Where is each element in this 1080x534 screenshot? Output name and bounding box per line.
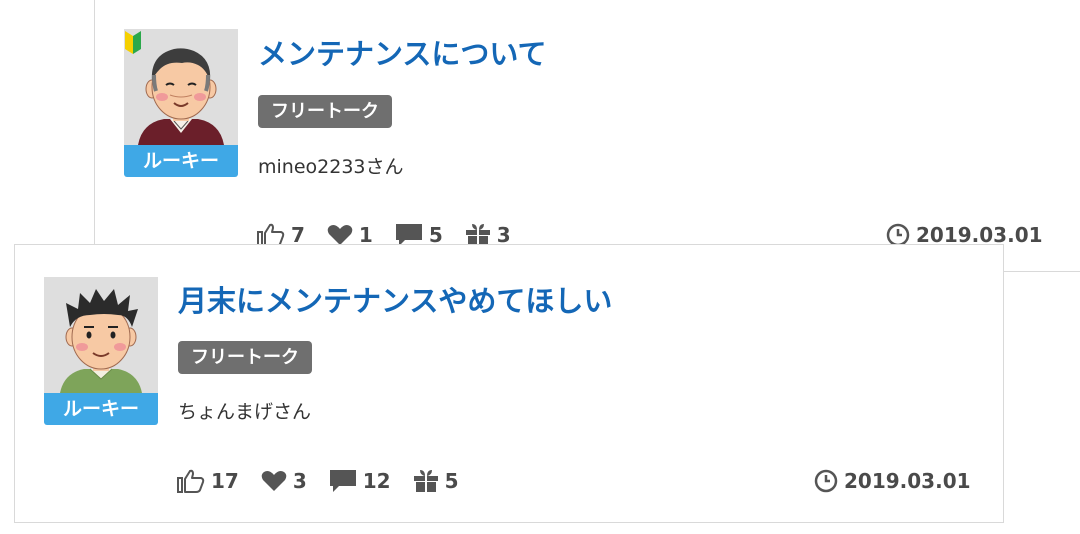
heart-count: 3 bbox=[261, 469, 307, 493]
user-avatar[interactable]: ルーキー bbox=[124, 29, 238, 177]
gift-icon bbox=[413, 470, 438, 492]
comment-icon bbox=[329, 470, 356, 492]
author-name[interactable]: mineo2233さん bbox=[258, 152, 404, 179]
post-date: 2019.03.01 bbox=[814, 469, 971, 493]
post-card[interactable]: ルーキー メンテナンスについて フリートーク mineo2233さん 7 1 5 bbox=[94, 0, 1080, 272]
category-tag[interactable]: フリートーク bbox=[258, 95, 392, 128]
comment-count: 12 bbox=[329, 469, 391, 493]
like-count-value: 17 bbox=[211, 469, 239, 493]
beginner-mark-icon bbox=[124, 29, 142, 59]
heart-icon bbox=[327, 225, 353, 245]
rank-badge: ルーキー bbox=[124, 145, 238, 177]
gift-count: 5 bbox=[413, 469, 459, 493]
thumbs-up-icon bbox=[177, 469, 205, 493]
post-title[interactable]: 月末にメンテナンスやめてほしい bbox=[178, 278, 612, 320]
heart-icon bbox=[261, 471, 287, 491]
post-date-value: 2019.03.01 bbox=[844, 469, 971, 493]
gift-count-value: 5 bbox=[444, 469, 459, 493]
post-title[interactable]: メンテナンスについて bbox=[258, 31, 547, 73]
post-card[interactable]: ルーキー 月末にメンテナンスやめてほしい フリートーク ちょんまげさん 17 3… bbox=[14, 244, 1004, 523]
author-name[interactable]: ちょんまげさん bbox=[178, 397, 311, 424]
category-tag[interactable]: フリートーク bbox=[178, 341, 312, 374]
clock-icon bbox=[814, 469, 838, 493]
heart-count-value: 3 bbox=[292, 469, 307, 493]
rank-badge: ルーキー bbox=[44, 393, 158, 425]
like-count: 17 bbox=[177, 469, 239, 493]
post-stats: 17 3 12 5 bbox=[177, 469, 481, 493]
comment-count-value: 12 bbox=[362, 469, 391, 493]
young-man-avatar-icon bbox=[44, 277, 158, 393]
user-avatar[interactable]: ルーキー bbox=[44, 277, 158, 425]
